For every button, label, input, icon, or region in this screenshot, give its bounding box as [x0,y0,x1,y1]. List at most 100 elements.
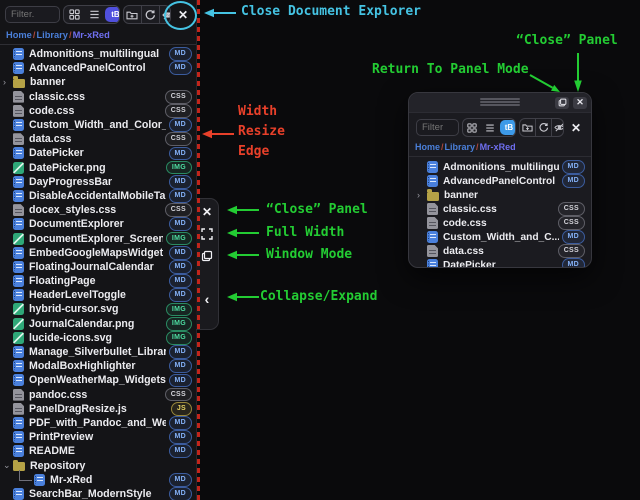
file-type-badge: MD [169,359,193,373]
list-item[interactable]: DatePickerMD [409,258,591,267]
list-item[interactable]: data.cssCSS [0,132,196,146]
full-width-icon[interactable] [200,226,215,241]
filter-input[interactable] [5,6,60,23]
markdown-file-icon [13,147,24,159]
list-view-icon[interactable] [84,6,104,23]
list-item[interactable]: DatePicker.pngIMG [0,161,196,175]
chevron-right-icon[interactable]: › [417,191,427,200]
css-file-icon [427,245,438,257]
markdown-file-icon [13,374,24,386]
list-item[interactable]: Admonitions_multilingualMD [0,47,196,61]
annotation-close-document-explorer: Close Document Explorer [241,5,421,19]
list-item[interactable]: hybrid-cursor.svgIMG [0,302,196,316]
list-item[interactable]: AdvancedPanelControlMD [0,61,196,75]
list-item[interactable]: DisableAccidentalMobileTapsMD [0,189,196,203]
sort-toggle-button[interactable]: tB [105,7,120,22]
file-type-badge: CSS [165,104,192,118]
close-panel-button[interactable]: ✕ [200,204,215,219]
folder-icon [13,79,25,88]
list-item[interactable]: docex_styles.cssCSS [0,203,196,217]
list-item[interactable]: classic.cssCSS [409,202,591,216]
list-item[interactable]: HeaderLevelToggleMD [0,288,196,302]
list-item[interactable]: READMEMD [0,444,196,458]
image-file-icon [13,162,24,174]
list-item[interactable]: Admonitions_multilingualMD [409,160,591,174]
width-resize-edge[interactable] [197,0,200,500]
sort-toggle-button[interactable]: tB [500,120,516,135]
list-item[interactable]: Custom_Width_and_C...MD [409,230,591,244]
list-item[interactable]: EmbedGoogleMapsWidgetMD [0,246,196,260]
list-item[interactable]: code.cssCSS [409,216,591,230]
chevron-down-icon[interactable]: ⌄ [3,461,13,470]
close-explorer-button[interactable]: ✕ [567,122,585,134]
list-item[interactable]: OpenWeatherMap_WidgetsMD [0,373,196,387]
list-item[interactable]: DatePickerMD [0,146,196,160]
list-item[interactable]: PrintPreviewMD [0,430,196,444]
file-name: docex_styles.css [29,204,162,216]
list-item[interactable]: FloatingPageMD [0,274,196,288]
chevron-right-icon[interactable]: › [3,78,13,87]
list-item[interactable]: PanelDragResize.jsJS [0,402,196,416]
window-mode-icon[interactable] [200,248,215,263]
list-item[interactable]: code.cssCSS [0,104,196,118]
list-item[interactable]: pandoc.cssCSS [0,388,196,402]
breadcrumb-item[interactable]: Home [6,30,32,40]
list-item[interactable]: DocumentExplorer_Screens...IMG [0,231,196,245]
grid-view-icon[interactable] [64,6,84,23]
list-item[interactable]: Custom_Width_and_Color_T...MD [0,118,196,132]
file-type-badge: MD [169,217,193,231]
list-view-icon[interactable] [481,119,499,136]
drag-handle-icon[interactable] [480,98,520,107]
annotation-collapse-expand: Collapse/Expand [260,290,377,304]
css-file-icon [13,133,24,145]
file-name: classic.css [443,204,555,215]
list-item[interactable]: ›banner [409,188,591,202]
list-item[interactable]: classic.cssCSS [0,90,196,104]
window-title-bar[interactable]: ✕ [409,93,591,113]
arrow-to-full-width-button [226,227,260,239]
collapse-expand-button[interactable]: ‹ [200,291,215,306]
css-file-icon [427,217,438,229]
list-item[interactable]: Manage_Silverbullet_LibrariesMD [0,345,196,359]
breadcrumb-item[interactable]: Mr-xRed [480,142,516,152]
markdown-file-icon [13,445,24,457]
breadcrumb-item[interactable]: Mr-xRed [73,30,110,40]
document-explorer-sidebar: tB ✕ Home/Library/Mr-xRed Admonitions_mu… [0,0,197,500]
grid-view-icon[interactable] [463,119,481,136]
arrow-to-window-mode-button [226,249,260,261]
breadcrumb: Home/Library/Mr-xRed [0,28,196,45]
list-item[interactable]: FloatingJournalCalendarMD [0,260,196,274]
markdown-file-icon [13,275,24,287]
eye-off-icon[interactable] [551,119,564,136]
breadcrumb-item[interactable]: Library [36,30,68,40]
markdown-file-icon [13,62,24,74]
list-item[interactable]: SearchBar_ModernStyleMD [0,487,196,500]
return-to-panel-icon[interactable] [555,97,569,109]
new-folder-icon[interactable] [520,119,535,136]
list-item[interactable]: PDF_with_Pandoc_and_Wea...MD [0,416,196,430]
breadcrumb-item[interactable]: Library [445,142,476,152]
close-window-button[interactable]: ✕ [573,97,587,109]
list-item[interactable]: Mr-xRedMD [0,473,196,487]
list-item[interactable]: DayProgressBarMD [0,175,196,189]
list-item[interactable]: data.cssCSS [409,244,591,258]
list-item[interactable]: JournalCalendar.pngIMG [0,317,196,331]
file-type-badge: MD [169,430,193,444]
new-folder-icon[interactable] [124,6,141,23]
breadcrumb-item[interactable]: Home [415,142,440,152]
file-name: DatePicker [443,260,559,268]
refresh-icon[interactable] [141,6,159,23]
file-type-badge: CSS [558,244,585,258]
explorer-toolbar: tB ✕ [409,113,591,140]
refresh-icon[interactable] [535,119,551,136]
list-item[interactable]: AdvancedPanelControlMD [409,174,591,188]
list-item[interactable]: lucide-icons.svgIMG [0,331,196,345]
file-name: classic.css [29,91,162,103]
list-item[interactable]: ›banner [0,75,196,89]
file-type-badge: MD [562,174,586,188]
list-item[interactable]: ModalBoxHighlighterMD [0,359,196,373]
markdown-file-icon [13,360,24,372]
filter-input[interactable] [416,119,459,136]
list-item[interactable]: DocumentExplorerMD [0,217,196,231]
css-file-icon [13,389,24,401]
